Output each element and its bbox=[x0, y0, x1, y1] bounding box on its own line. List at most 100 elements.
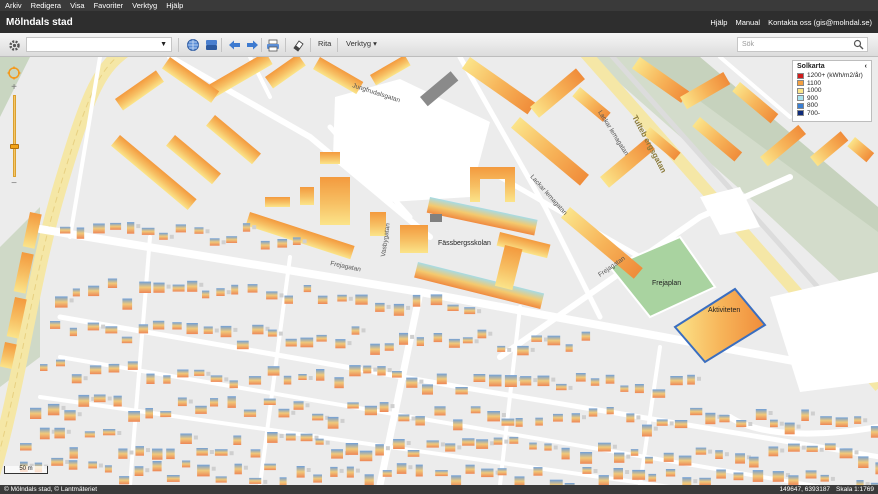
villa-roof bbox=[216, 288, 225, 296]
villa-roof bbox=[227, 396, 236, 408]
villa-roof bbox=[139, 281, 151, 293]
villa-roof bbox=[493, 437, 503, 445]
settings-gear-icon[interactable] bbox=[6, 37, 22, 53]
shed-roof bbox=[214, 328, 219, 333]
map-canvas[interactable]: Tulteb ergsgatan Lackar lemagatan Lackar… bbox=[0, 57, 878, 485]
villa-roof bbox=[626, 413, 635, 423]
menu-hjalp[interactable]: Hjälp bbox=[166, 1, 183, 10]
zoom-in-button[interactable]: + bbox=[8, 83, 20, 93]
layers-icon[interactable] bbox=[203, 37, 219, 53]
villa-roof bbox=[476, 439, 489, 449]
villa-roof bbox=[824, 443, 836, 451]
search-input[interactable]: Sök bbox=[737, 37, 868, 52]
villa-roof bbox=[355, 294, 368, 305]
eraser-icon[interactable] bbox=[290, 37, 306, 53]
arrow-left-icon[interactable] bbox=[226, 37, 242, 53]
villa-roof bbox=[835, 417, 848, 427]
villa-roof bbox=[462, 438, 475, 446]
villa-roof bbox=[152, 461, 162, 472]
legend-collapse-button[interactable]: ‹ bbox=[865, 63, 867, 70]
villa-roof bbox=[104, 465, 112, 473]
zoom-out-button[interactable]: − bbox=[8, 179, 20, 189]
zoom-control: + − bbox=[6, 66, 22, 189]
villa-roof bbox=[514, 476, 525, 485]
villa-roof bbox=[531, 335, 542, 342]
villa-roof bbox=[462, 337, 473, 344]
villa-roof bbox=[582, 467, 592, 474]
search-icon[interactable] bbox=[853, 39, 864, 52]
globe-icon[interactable] bbox=[185, 37, 201, 53]
villa-roof bbox=[433, 333, 443, 343]
villa-roof bbox=[303, 285, 312, 293]
villa-roof bbox=[370, 343, 380, 355]
villa-roof bbox=[509, 436, 519, 444]
shed-roof bbox=[252, 225, 257, 230]
layer-select[interactable]: ▼ bbox=[26, 37, 172, 52]
villa-roof bbox=[298, 374, 307, 380]
villa-roof bbox=[448, 338, 460, 348]
menu-arkiv[interactable]: Arkiv bbox=[5, 1, 22, 10]
shed-roof bbox=[490, 441, 495, 446]
zoom-slider-handle[interactable] bbox=[10, 144, 19, 149]
villa-roof bbox=[547, 335, 561, 346]
shed-roof bbox=[411, 416, 416, 421]
villa-roof bbox=[379, 402, 389, 412]
shed-roof bbox=[355, 468, 360, 473]
coordinates-readout: 149647, 6393187 bbox=[779, 486, 831, 493]
villa-roof bbox=[581, 331, 591, 341]
villa-roof bbox=[214, 449, 228, 456]
villa-roof bbox=[384, 343, 394, 351]
villa-roof bbox=[473, 374, 486, 382]
legend-swatch bbox=[797, 87, 804, 94]
shed-roof bbox=[205, 229, 210, 234]
shed-roof bbox=[593, 469, 598, 473]
arrow-right-icon[interactable] bbox=[244, 37, 260, 53]
villa-roof bbox=[337, 294, 347, 302]
shed-roof bbox=[724, 452, 729, 457]
villa-roof bbox=[103, 429, 116, 436]
villa-roof bbox=[858, 456, 869, 468]
toolbar-divider bbox=[285, 38, 286, 52]
manual-link[interactable]: Manual bbox=[735, 18, 760, 27]
villa-roof bbox=[678, 455, 692, 466]
legend-swatch bbox=[797, 80, 804, 87]
villa-roof bbox=[588, 408, 598, 417]
menu-visa[interactable]: Visa bbox=[70, 1, 84, 10]
villa-roof bbox=[127, 222, 135, 234]
menu-favoriter[interactable]: Favoriter bbox=[94, 1, 124, 10]
villa-roof bbox=[605, 374, 615, 384]
villa-roof bbox=[194, 369, 205, 376]
school-label: Fässbergsskolan bbox=[438, 240, 491, 247]
zoom-slider[interactable] bbox=[10, 95, 19, 177]
villa-roof bbox=[806, 445, 818, 452]
help-link[interactable]: Hjälp bbox=[710, 18, 727, 27]
print-icon[interactable] bbox=[265, 37, 281, 53]
legend-item: 900 bbox=[797, 95, 867, 103]
villa-roof bbox=[128, 411, 140, 422]
menu-redigera[interactable]: Redigera bbox=[31, 1, 61, 10]
villa-roof bbox=[50, 321, 61, 329]
villa-roof bbox=[346, 466, 354, 478]
villa-roof bbox=[292, 237, 301, 245]
shed-roof bbox=[830, 476, 835, 481]
villa-roof bbox=[248, 376, 262, 385]
villa-roof bbox=[487, 411, 500, 422]
villa-roof bbox=[465, 464, 475, 474]
shed-roof bbox=[340, 418, 345, 423]
villa-roof bbox=[801, 409, 809, 421]
villa-roof bbox=[186, 323, 198, 335]
villa-roof bbox=[393, 439, 405, 449]
shed-roof bbox=[854, 450, 859, 455]
shed-roof bbox=[636, 415, 641, 420]
contact-link[interactable]: Kontakta oss (gis@molndal.se) bbox=[768, 18, 872, 27]
shed-roof bbox=[206, 371, 211, 376]
shed-roof bbox=[779, 421, 784, 426]
menu-verktyg[interactable]: Verktyg bbox=[132, 1, 157, 10]
pan-icon[interactable] bbox=[7, 66, 21, 80]
villa-roof bbox=[300, 433, 313, 442]
draw-button[interactable]: Rita bbox=[318, 39, 331, 48]
villa-roof bbox=[196, 448, 208, 456]
villa-roof bbox=[39, 427, 50, 440]
tools-menu-button[interactable]: Verktyg ▾ bbox=[346, 39, 377, 48]
villa-roof bbox=[152, 320, 165, 330]
